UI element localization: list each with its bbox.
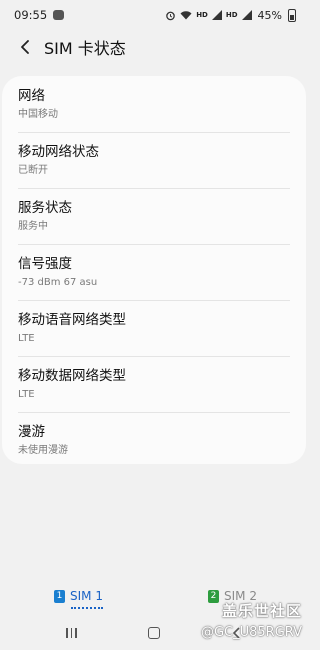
row-value: 中国移动: [18, 109, 58, 120]
watermark-user: @GC_U85RGRV: [200, 625, 302, 640]
list-item-voice-network-type[interactable]: 移动语音网络类型 LTE: [2, 300, 306, 356]
alarm-icon: [165, 10, 176, 21]
list-item-roaming[interactable]: 漫游 未使用漫游: [2, 412, 306, 468]
app-bar: SIM 卡状态: [0, 30, 308, 64]
page-title: SIM 卡状态: [44, 39, 126, 58]
status-time: 09:55: [14, 8, 48, 22]
tab-sim-1[interactable]: 1 SIM 1: [54, 586, 103, 609]
row-value: 服务中: [18, 221, 48, 232]
row-value: LTE: [18, 333, 35, 344]
status-right: HD HD 45%: [165, 8, 296, 22]
wifi-icon: [180, 10, 192, 20]
list-item-mobile-network-state[interactable]: 移动网络状态 已断开: [2, 132, 306, 188]
row-value: LTE: [18, 389, 35, 400]
tab-label: SIM 1: [70, 589, 103, 603]
row-title: 信号强度: [18, 256, 72, 272]
row-value: 已断开: [18, 165, 48, 176]
notification-icon: [53, 10, 65, 20]
recent-apps-icon: [65, 628, 77, 638]
watermark-brand: 盖乐世社区: [221, 602, 302, 620]
recent-apps-button[interactable]: [56, 620, 86, 646]
row-title: 网络: [18, 88, 45, 104]
hd-label-1: HD: [196, 11, 208, 19]
list-item-data-network-type[interactable]: 移动数据网络类型 LTE: [2, 356, 306, 412]
watermark: 盖乐世社区 @GC_U85RGRV: [201, 600, 302, 640]
home-button[interactable]: [139, 620, 169, 646]
row-value: 未使用漫游: [18, 445, 68, 456]
list-item-service-state[interactable]: 服务状态 服务中: [2, 188, 306, 244]
chevron-left-icon: [21, 40, 29, 54]
signal-icon-1: [211, 10, 222, 20]
home-icon: [147, 627, 160, 639]
tab-selected-indicator: [71, 607, 103, 609]
row-title: 移动网络状态: [18, 144, 99, 160]
row-title: 移动数据网络类型: [18, 368, 126, 384]
sim-1-icon: 1: [54, 589, 65, 603]
list-item-signal-strength[interactable]: 信号强度 -73 dBm 67 asu: [2, 244, 306, 300]
row-title: 服务状态: [18, 200, 72, 216]
list-item-network[interactable]: 网络 中国移动: [2, 76, 306, 132]
row-title: 移动语音网络类型: [18, 312, 126, 328]
row-value: -73 dBm 67 asu: [18, 277, 98, 288]
back-button[interactable]: [14, 36, 36, 58]
status-left: 09:55: [14, 8, 65, 22]
status-bar: 09:55 HD HD 45%: [0, 0, 308, 30]
battery-percent: 45%: [257, 8, 282, 22]
sim-status-card: 网络 中国移动 移动网络状态 已断开 服务状态 服务中 信号强度 -73 dBm…: [2, 76, 306, 464]
row-title: 漫游: [18, 424, 45, 440]
battery-icon: [288, 8, 296, 22]
signal-icon-2: [241, 10, 252, 20]
hd-label-2: HD: [225, 11, 238, 19]
